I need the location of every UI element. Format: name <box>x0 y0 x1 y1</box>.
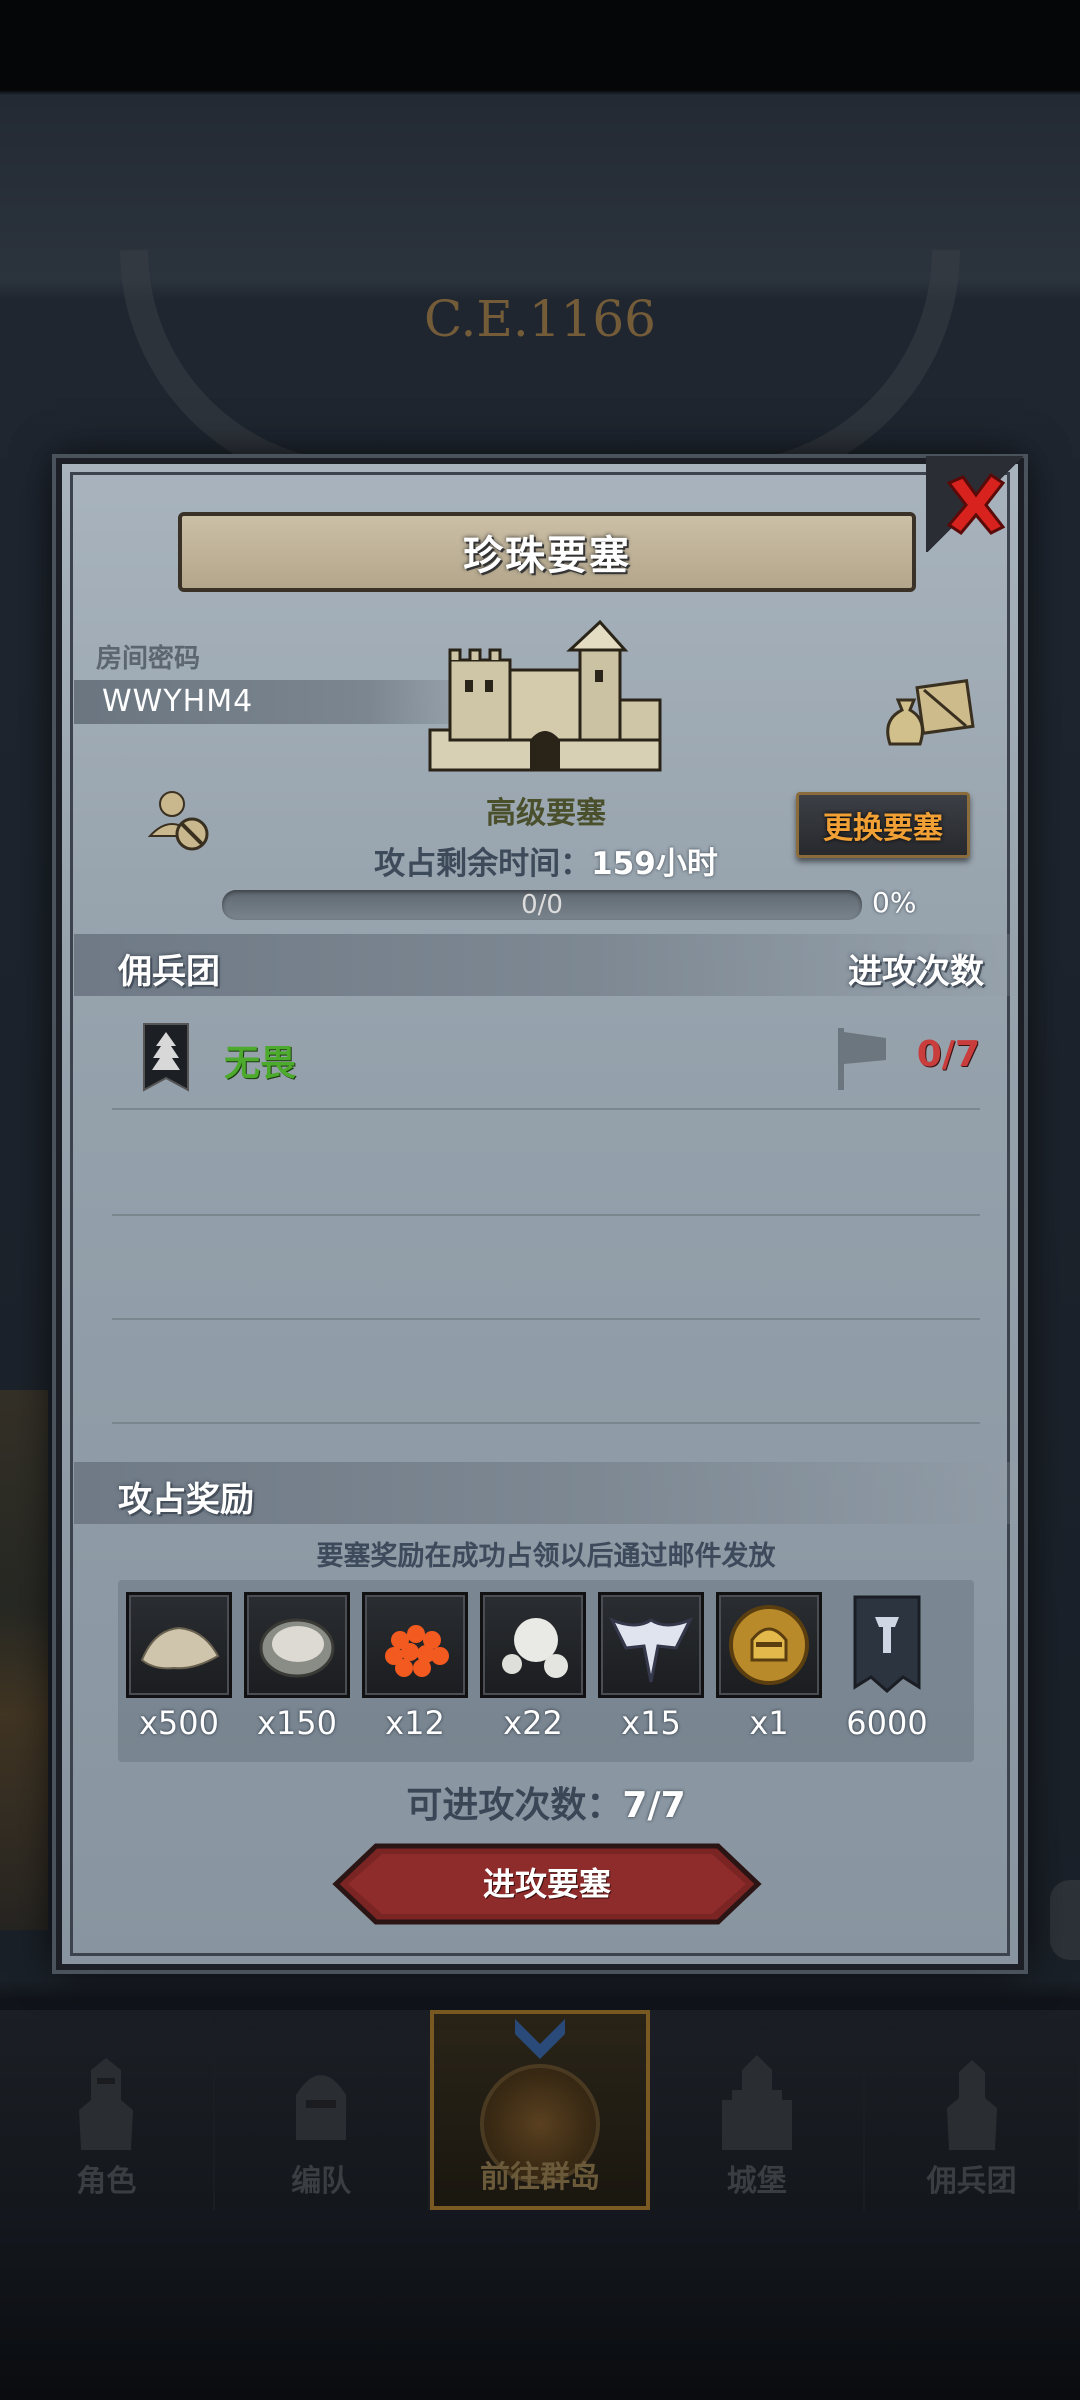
dialog-title: 珍珠要塞 <box>463 533 631 579</box>
chevron-down-icon <box>514 2019 565 2059</box>
progress-text: 0/0 <box>521 890 563 920</box>
nav-item-team[interactable]: 编队 <box>214 2010 430 2210</box>
attack-button-label: 进攻要塞 <box>482 1865 611 1903</box>
knight-icon <box>79 2058 134 2150</box>
helmet-icon <box>296 2075 347 2140</box>
reward-slot <box>480 1592 586 1698</box>
flag-icon <box>838 1028 886 1090</box>
reward-item[interactable]: x12 <box>362 1592 468 1742</box>
progress-percent: 0% <box>872 886 917 919</box>
attacks-header: 进攻次数 <box>848 952 984 992</box>
reward-qty: x1 <box>749 1704 789 1742</box>
mercenary-name: 无畏 <box>224 1043 297 1084</box>
nav-label: 编队 <box>291 2164 352 2199</box>
reward-item[interactable]: x22 <box>480 1592 586 1742</box>
game-screen: { "background": { "year": "C.E.1166" }, … <box>0 0 1080 2400</box>
soldier-icon <box>946 2060 997 2150</box>
empty-slot-row <box>112 1320 980 1424</box>
reward-slot <box>834 1592 940 1698</box>
occupation-progress-bar: 0/0 <box>222 890 862 920</box>
mercenary-row[interactable]: 无畏 0/7 <box>112 1004 980 1110</box>
reward-qty: x22 <box>503 1704 563 1742</box>
available-attacks-label: 可进攻次数： <box>406 1785 623 1826</box>
side-tab-background <box>1050 1880 1080 1960</box>
clock-dial-background <box>120 250 960 490</box>
reward-qty: x12 <box>385 1704 445 1742</box>
nav-label: 角色 <box>76 2164 137 2199</box>
reward-qty: x15 <box>621 1704 681 1742</box>
reward-item[interactable]: x500 <box>126 1592 232 1742</box>
available-attacks: 可进攻次数：7/7 <box>62 1776 1030 1828</box>
pearl-icon <box>502 1618 568 1678</box>
nav-label: 前往群岛 <box>479 2160 600 2195</box>
title-banner: 珍珠要塞 <box>178 512 916 592</box>
time-remaining-label: 攻占剩余时间： <box>374 846 592 882</box>
supply-bag-icon[interactable] <box>880 670 976 750</box>
empty-slot-row <box>112 1112 980 1216</box>
nav-label: 佣兵团 <box>926 2164 1017 2199</box>
mercenary-header: 佣兵团 <box>118 952 220 992</box>
tree-banner-icon <box>143 1023 189 1092</box>
helmet-coin-icon <box>729 1605 809 1685</box>
oyster-icon <box>259 1618 335 1678</box>
reward-note: 要塞奖励在成功占领以后通过邮件发放 <box>316 1541 776 1572</box>
year-label: C.E.1166 <box>423 290 656 348</box>
nav-item-islands[interactable]: 前往群岛 <box>429 2010 651 2210</box>
time-remaining-value: 159小时 <box>591 846 718 882</box>
close-icon <box>946 472 1006 535</box>
reward-qty: x150 <box>256 1704 337 1742</box>
sand-icon <box>140 1626 220 1670</box>
room-code-value[interactable]: WWYHM4 <box>102 684 253 719</box>
empty-slot-row <box>112 1216 980 1320</box>
nav-item-character[interactable]: 角色 <box>0 2010 215 2210</box>
nav-item-mercenary[interactable]: 佣兵团 <box>865 2010 1080 2210</box>
reward-qty: x500 <box>138 1704 219 1742</box>
nav-item-castle[interactable]: 城堡 <box>650 2010 866 2210</box>
castle-icon <box>721 2055 792 2150</box>
banner-icon <box>853 1595 921 1693</box>
no-user-icon[interactable] <box>144 784 214 854</box>
reward-slot <box>244 1592 350 1698</box>
reward-item[interactable]: x150 <box>244 1592 350 1742</box>
roe-icon <box>385 1625 449 1677</box>
emblem-icon <box>608 1617 694 1683</box>
reward-slot <box>126 1592 232 1698</box>
attack-fortress-button[interactable]: 进攻要塞 <box>332 1842 762 1926</box>
reward-qty: 6000 <box>846 1704 928 1742</box>
nav-label: 城堡 <box>726 2164 787 2199</box>
available-attacks-value: 7/7 <box>622 1785 686 1826</box>
fortress-icon <box>428 619 662 772</box>
bottom-nav: 角色 编队 前往群岛 城堡 佣兵团 <box>0 2010 1080 2210</box>
close-button[interactable] <box>926 456 1026 552</box>
reward-item[interactable]: x1 <box>716 1592 822 1742</box>
reward-item[interactable]: 6000 <box>834 1592 940 1742</box>
mercenary-attack-count: 0/7 <box>916 1034 980 1075</box>
reward-slot <box>598 1592 704 1698</box>
side-panel-background <box>0 1390 48 1930</box>
change-fortress-button[interactable]: 更换要塞 <box>796 792 970 858</box>
fortress-dialog: 珍珠要塞 房间密码 WWYHM4 高级要塞 攻占剩余时间：159小时 0/0 0… <box>56 456 1026 1970</box>
reward-item[interactable]: x15 <box>598 1592 704 1742</box>
reward-slot <box>362 1592 468 1698</box>
room-code-label: 房间密码 <box>96 644 201 674</box>
rewards-header: 攻占奖励 <box>118 1480 254 1520</box>
reward-slot <box>716 1592 822 1698</box>
